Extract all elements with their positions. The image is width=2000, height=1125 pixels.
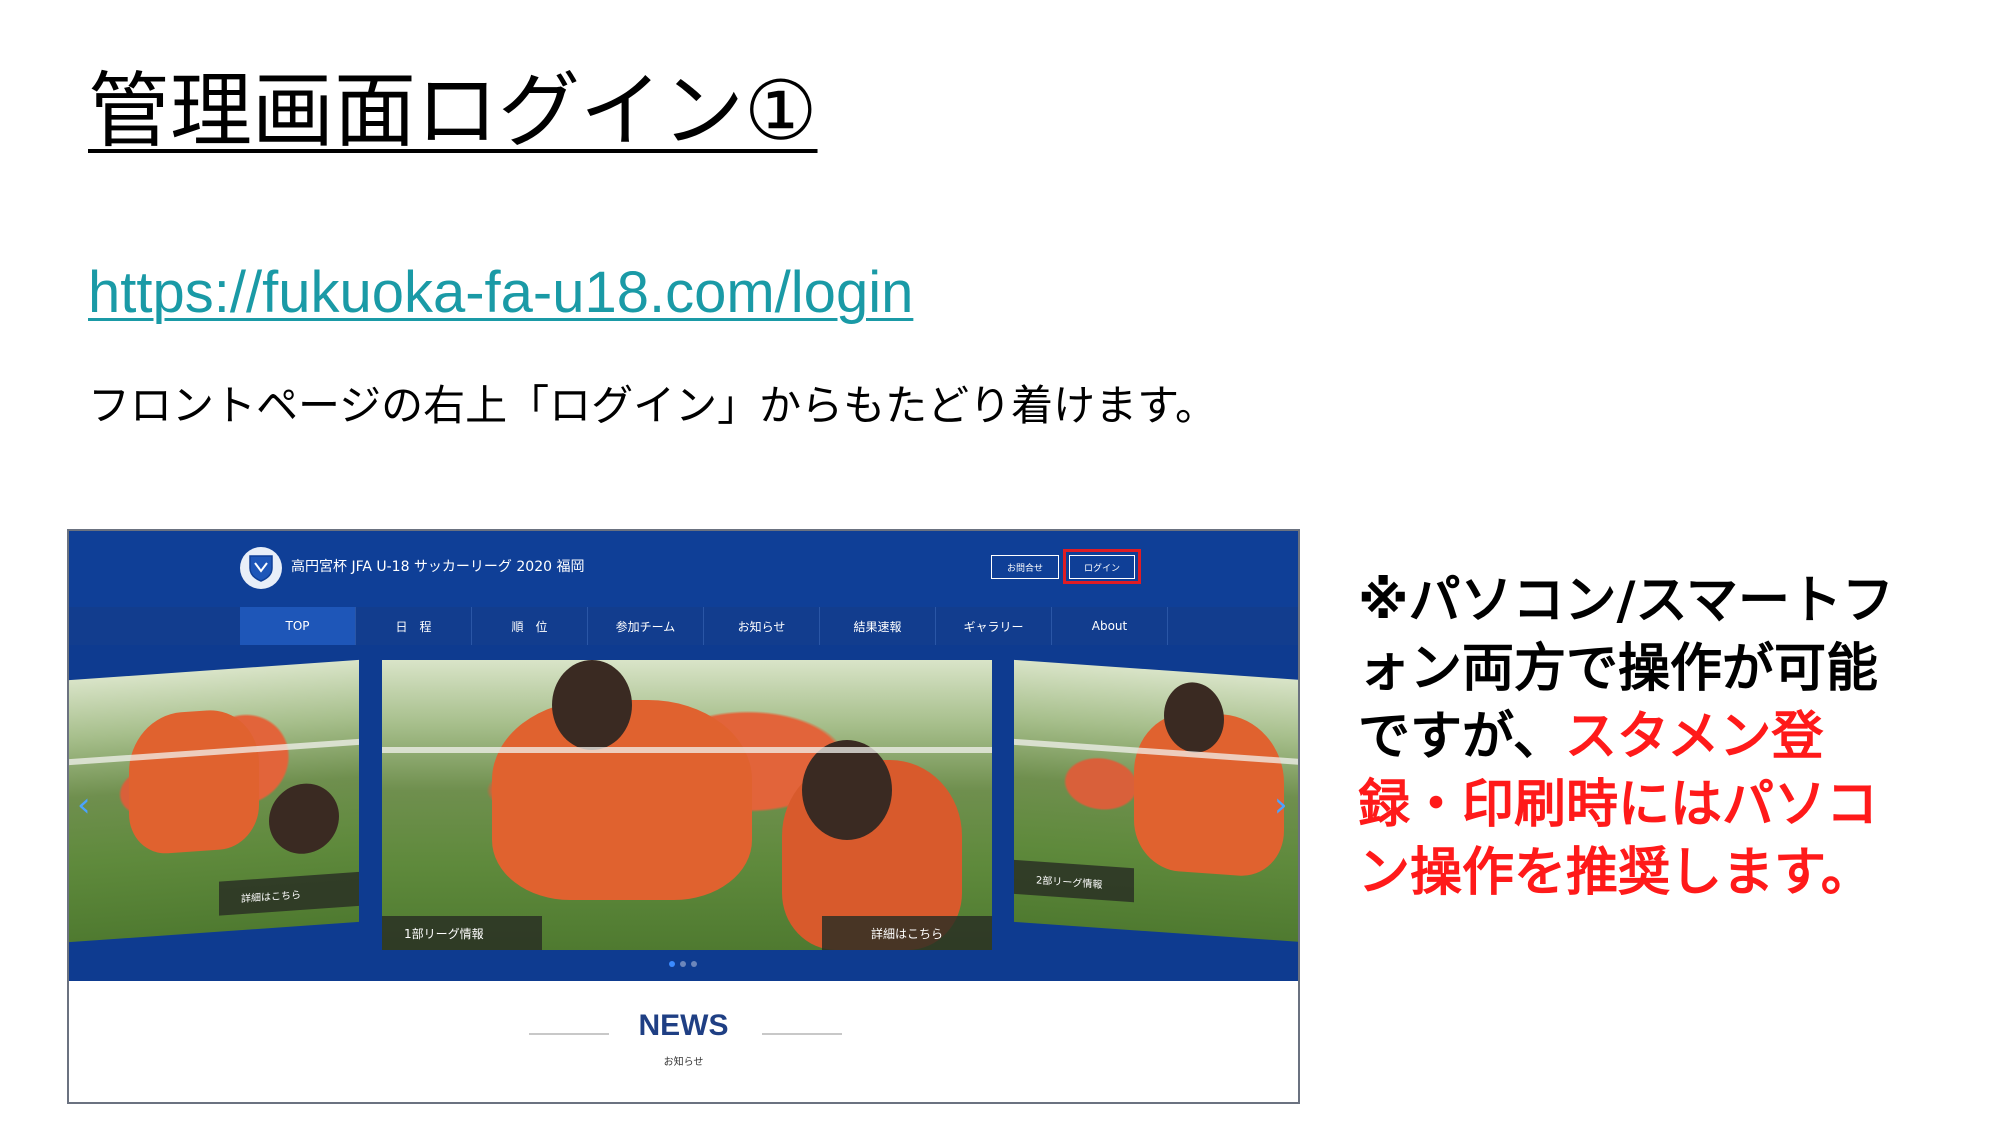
site-nav: TOP 日 程 順 位 参加チーム お知らせ 結果速報 ギャラリー About <box>69 607 1298 645</box>
nav-item-about[interactable]: About <box>1052 607 1168 645</box>
site-header: 高円宮杯 JFA U-18 サッカーリーグ 2020 福岡 お問合せ ログイン <box>69 531 1298 607</box>
shield-logo-icon[interactable] <box>240 547 282 589</box>
slide-center-image[interactable]: 1部リーグ情報 詳細はこちら <box>382 660 992 950</box>
slide-subtext: フロントページの右上「ログイン」からもたどり着けます。 <box>88 381 1217 430</box>
nav-item-gallery[interactable]: ギャラリー <box>936 607 1052 645</box>
nav-item-news[interactable]: お知らせ <box>704 607 820 645</box>
carousel-dot[interactable] <box>680 961 686 967</box>
news-section: NEWS お知らせ <box>69 981 1298 1104</box>
slide-center-caption-left[interactable]: 1部リーグ情報 <box>382 916 542 950</box>
slide-title: 管理画面ログイン① <box>88 64 818 159</box>
login-highlight-box <box>1063 549 1141 584</box>
horizontal-scrollbar[interactable] <box>69 1102 269 1104</box>
nav-item-results[interactable]: 結果速報 <box>820 607 936 645</box>
carousel-dot[interactable] <box>669 961 675 967</box>
chevron-right-icon[interactable]: › <box>1274 785 1288 825</box>
news-heading: NEWS <box>638 1009 729 1042</box>
website-screenshot: 高円宮杯 JFA U-18 サッカーリーグ 2020 福岡 お問合せ ログイン … <box>67 529 1300 1104</box>
contact-button[interactable]: お問合せ <box>991 555 1059 579</box>
site-name[interactable]: 高円宮杯 JFA U-18 サッカーリーグ 2020 福岡 <box>291 556 584 576</box>
nav-item-ranking[interactable]: 順 位 <box>472 607 588 645</box>
slide-left-image[interactable]: 詳細はこちら <box>69 659 359 943</box>
chevron-left-icon[interactable]: ‹ <box>77 785 91 825</box>
nav-item-schedule[interactable]: 日 程 <box>356 607 472 645</box>
slide-right-caption[interactable]: 2部リーグ情報 <box>1014 859 1134 903</box>
slide-right-image[interactable]: 2部リーグ情報 <box>1014 659 1298 943</box>
login-url-link[interactable]: https://fukuoka-fa-u18.com/login <box>88 258 913 328</box>
hero-carousel: 詳細はこちら 1部リーグ情報 詳細はこちら 2部リーグ情報 ‹ › <box>69 645 1298 981</box>
carousel-dot[interactable] <box>691 961 697 967</box>
slide-left-caption[interactable]: 詳細はこちら <box>219 871 359 916</box>
slide-center-caption-right[interactable]: 詳細はこちら <box>822 916 992 950</box>
carousel-dots <box>669 961 697 967</box>
news-subheading: お知らせ <box>663 1057 704 1068</box>
nav-item-teams[interactable]: 参加チーム <box>588 607 704 645</box>
nav-item-top[interactable]: TOP <box>240 607 356 645</box>
side-note: ※パソコン/スマートフォン両方で操作が可能ですが、スタメン登録・印刷時にはパソコ… <box>1358 567 1918 907</box>
